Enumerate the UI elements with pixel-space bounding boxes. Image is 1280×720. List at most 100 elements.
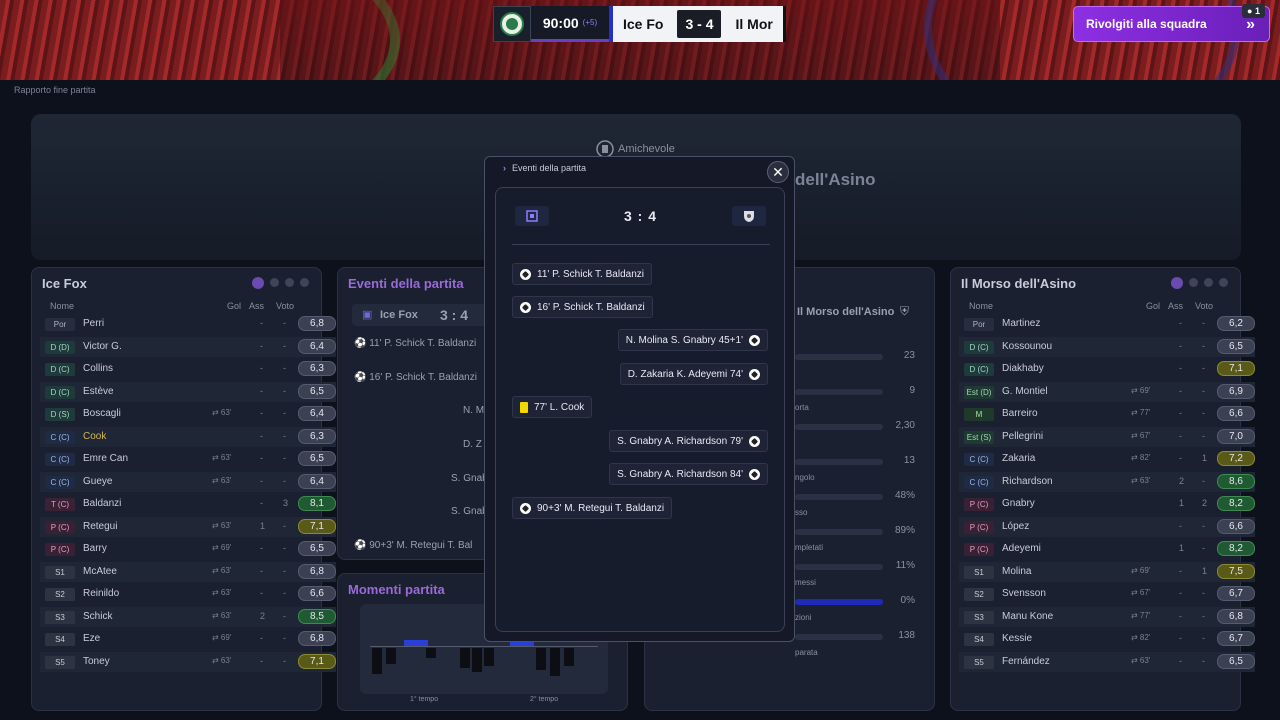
substitution-icon: ⇄ 63' [212, 408, 232, 417]
close-button[interactable]: ✕ [767, 161, 789, 183]
player-row[interactable]: S4 Eze ⇄ 69' - - 6,8 [40, 629, 336, 649]
player-row[interactable]: T (C) Baldanzi - 3 8,1 [40, 494, 336, 514]
event-item[interactable]: S. Gnabry A. Richardson 79' [609, 430, 768, 452]
assists-value: - [283, 318, 286, 328]
player-row[interactable]: S1 Molina ⇄ 69' - 1 7,5 [959, 561, 1255, 582]
panel-title: Il Morso dell'Asino [961, 276, 1077, 291]
substitution-icon: ⇄ 67' [1131, 430, 1151, 440]
rating-badge: 7,1 [298, 653, 336, 669]
player-row[interactable]: M Barreiro ⇄ 77' - - 6,6 [959, 404, 1255, 424]
player-name: Kessie [1002, 633, 1033, 644]
assists-value: - [283, 340, 286, 351]
panel-title: Ice Fox [42, 276, 87, 291]
position-badge: D (C) [45, 385, 75, 399]
position-badge: D (C) [964, 363, 994, 376]
event-item[interactable]: 11' P. Schick T. Baldanzi [512, 263, 652, 285]
player-row[interactable]: S5 Fernández ⇄ 63' - - 6,5 [959, 651, 1255, 672]
event-item[interactable]: 77' L. Cook [512, 396, 593, 418]
position-badge: P (C) [45, 520, 75, 534]
player-row[interactable]: S4 Kessie ⇄ 82' - - 6,7 [959, 629, 1255, 649]
player-row[interactable]: P (C) Barry ⇄ 69' - - 6,5 [40, 539, 336, 559]
event-row: N. M [463, 405, 485, 416]
score: 3 - 4 [677, 10, 722, 38]
player-row[interactable]: Est (S) Pellegrini ⇄ 67' - - 7,0 [959, 426, 1255, 447]
player-row[interactable]: D (C) Diakhaby - - 7,1 [959, 359, 1255, 379]
rating-badge: 6,5 [298, 541, 336, 556]
rating-badge: 6,3 [298, 428, 336, 444]
player-row[interactable]: C (C) Richardson ⇄ 63' 2 - 8,6 [959, 471, 1255, 492]
match-clock: 90:00 (+5) [531, 6, 609, 42]
event-item[interactable]: 90+3' M. Retegui T. Baldanzi [512, 497, 673, 519]
player-name: Adeyemi [1002, 543, 1041, 554]
player-row[interactable]: C (C) Gueye ⇄ 63' - - 6,4 [40, 471, 336, 492]
rating-badge: 6,6 [1217, 406, 1255, 421]
player-name: Baldanzi [83, 498, 122, 509]
stat-label: ngolo [795, 473, 815, 482]
rating-badge: 6,8 [298, 631, 336, 646]
panel-pager-dots[interactable] [1171, 277, 1228, 289]
event-item[interactable]: 16' P. Schick T. Baldanzi [512, 296, 653, 318]
goals-value: 2 [1179, 475, 1185, 486]
stat-bar [795, 599, 883, 605]
player-row[interactable]: C (C) Emre Can ⇄ 63' - - 6,5 [40, 449, 336, 469]
player-name: Svensson [1002, 588, 1046, 599]
player-name: Collins [83, 363, 114, 374]
player-row[interactable]: Est (D) G. Montiel ⇄ 69' - - 6,9 [959, 381, 1255, 402]
player-row[interactable]: P (C) Adeyemi 1 - 8,2 [959, 539, 1255, 559]
header-goals: Gol [227, 301, 242, 311]
event-row: S. Gnab [451, 473, 488, 484]
position-badge: D (S) [45, 408, 75, 421]
player-name: Eze [83, 633, 101, 644]
position-badge: D (D) [45, 340, 75, 354]
goals-value: - [1179, 565, 1182, 576]
stat-value: 89% [894, 525, 915, 536]
player-row[interactable]: P (C) Gnabry 1 2 8,2 [959, 494, 1255, 514]
rating-badge: 6,8 [1217, 608, 1255, 624]
goals-value: - [1179, 520, 1182, 531]
player-row[interactable]: S3 Schick ⇄ 63' 2 - 8,5 [40, 606, 336, 627]
stat-value: 2,30 [895, 420, 915, 431]
player-row[interactable]: C (C) Cook - - 6,3 [40, 426, 336, 447]
player-row[interactable]: C (C) Zakaria ⇄ 82' - 1 7,2 [959, 449, 1255, 469]
player-row[interactable]: S3 Manu Kone ⇄ 77' - - 6,8 [959, 606, 1255, 627]
panel-pager-dots[interactable] [252, 277, 309, 289]
position-badge: P (C) [964, 498, 994, 511]
assists-value: - [1202, 655, 1205, 666]
player-row[interactable]: P (C) López - - 6,6 [959, 516, 1255, 537]
player-name: Fernández [1002, 655, 1050, 667]
player-row[interactable]: D (C) Kossounou - - 6,5 [959, 336, 1255, 357]
player-row[interactable]: S2 Reinildo ⇄ 63' - - 6,6 [40, 584, 336, 604]
position-badge: C (C) [45, 453, 75, 466]
assists-value: - [1202, 318, 1205, 328]
assists-value: - [283, 588, 286, 598]
event-item[interactable]: N. Molina S. Gnabry 45+1' [617, 329, 768, 351]
event-row: ⚽ 90+3' M. Retegui T. Bal [354, 540, 473, 551]
goals-value: - [260, 363, 263, 373]
stat-bar [795, 424, 883, 430]
event-item[interactable]: S. Gnabry A. Richardson 84' [609, 463, 768, 485]
team-talk-button[interactable]: Rivolgiti alla squadra » ● 1 [1073, 4, 1270, 42]
player-row[interactable]: D (D) Victor G. - - 6,4 [40, 336, 336, 357]
player-row[interactable]: D (C) Collins - - 6,3 [40, 359, 336, 379]
player-row[interactable]: S5 Toney ⇄ 63' - - 7,1 [40, 651, 336, 672]
event-text: S. Gnabry A. Richardson 84' [617, 468, 743, 480]
player-row[interactable]: Por Perri - - 6,8 [40, 314, 336, 334]
player-row[interactable]: S2 Svensson ⇄ 67' - - 6,7 [959, 584, 1255, 604]
events-team-header: ▣ Ice Fox 3 : 4 [352, 304, 492, 326]
player-name: Perri [83, 318, 105, 329]
away-team-short: Il Mor [735, 16, 773, 32]
assists-value: - [1202, 408, 1205, 418]
player-row[interactable]: S1 McAtee ⇄ 63' - - 6,8 [40, 561, 336, 582]
player-row[interactable]: D (C) Estève - - 6,5 [40, 381, 336, 402]
event-item[interactable]: D. Zakaria K. Adeyemi 74' [619, 363, 768, 385]
assists-value: - [1202, 633, 1205, 643]
stat-bar [795, 389, 883, 395]
player-row[interactable]: Por Martinez - - 6,2 [959, 314, 1255, 334]
player-row[interactable]: D (S) Boscagli ⇄ 63' - - 6,4 [40, 404, 336, 424]
assists-value: - [283, 543, 286, 553]
player-name: McAtee [83, 565, 117, 577]
position-badge: P (C) [964, 520, 994, 534]
goals-value: - [260, 453, 263, 463]
player-name: Martinez [1002, 318, 1041, 329]
player-row[interactable]: P (C) Retegui ⇄ 63' 1 - 7,1 [40, 516, 336, 537]
